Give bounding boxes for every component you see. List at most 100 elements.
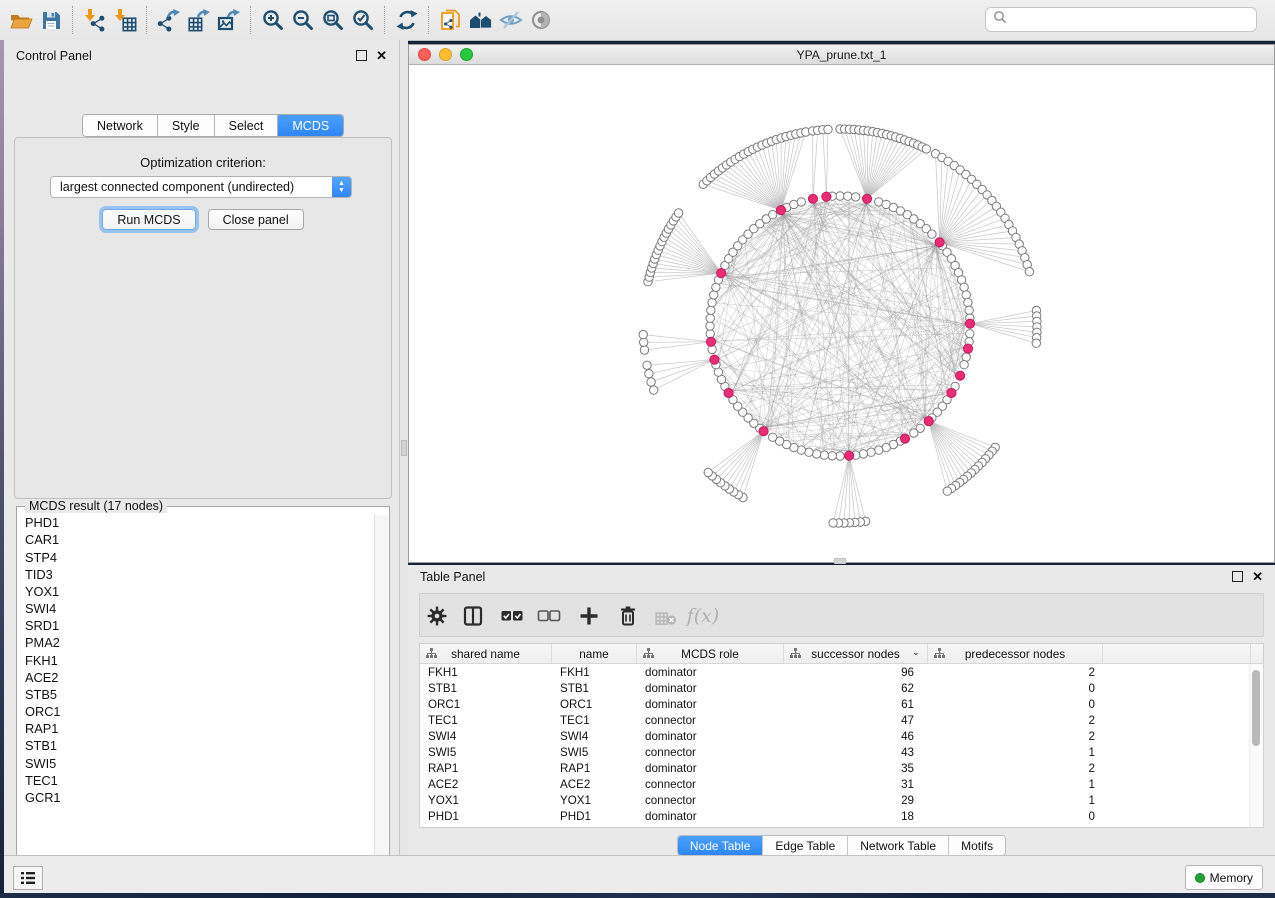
task-history-button[interactable] xyxy=(13,866,43,890)
table-row[interactable]: SWI4SWI4dominator462 xyxy=(420,728,1263,744)
table-tabs: Node TableEdge TableNetwork TableMotifs xyxy=(677,835,1006,856)
select-all-icon[interactable] xyxy=(500,604,524,628)
table-scrollbar-thumb[interactable] xyxy=(1252,670,1260,746)
tab-mcds[interactable]: MCDS xyxy=(278,115,343,136)
export-network-icon[interactable] xyxy=(154,5,184,35)
network-window-titlebar[interactable]: YPA_prune.txt_1 xyxy=(409,45,1274,65)
table-row[interactable]: YOX1YOX1connector291 xyxy=(420,792,1263,808)
toolbar-separator xyxy=(384,6,386,34)
zoom-in-icon[interactable] xyxy=(258,5,288,35)
list-item[interactable]: SWI4 xyxy=(18,601,370,618)
zoom-fit-icon[interactable] xyxy=(318,5,348,35)
control-panel-tabs: NetworkStyleSelectMCDS xyxy=(82,114,344,137)
table-row[interactable]: PHD1PHD1dominator180 xyxy=(420,808,1263,824)
mcds-result-list[interactable]: PHD1CAR1STP4TID3YOX1SWI4SRD1PMA2FKH1ACE2… xyxy=(18,515,370,873)
window-maximize-icon[interactable] xyxy=(460,48,473,61)
toolbar-separator xyxy=(250,6,252,34)
column-header-predecessor-nodes[interactable]: predecessor nodes xyxy=(928,644,1103,663)
float-table-panel-icon[interactable] xyxy=(1232,571,1243,582)
list-item[interactable]: PMA2 xyxy=(18,635,370,652)
network-canvas[interactable] xyxy=(409,65,1274,562)
tab-node-table[interactable]: Node Table xyxy=(678,836,764,855)
list-item[interactable]: FKH1 xyxy=(18,652,370,669)
list-item[interactable]: SWI5 xyxy=(18,755,370,772)
memory-label: Memory xyxy=(1210,871,1253,885)
table-row[interactable]: RAP1RAP1dominator352 xyxy=(420,760,1263,776)
import-network-icon[interactable] xyxy=(80,5,110,35)
export-image-icon[interactable] xyxy=(214,5,244,35)
vertical-splitter[interactable] xyxy=(400,40,408,855)
search-field[interactable] xyxy=(985,7,1257,32)
network-overview-icon[interactable] xyxy=(466,5,496,35)
table-row[interactable]: ACE2ACE2connector311 xyxy=(420,776,1263,792)
tab-edge-table[interactable]: Edge Table xyxy=(763,836,848,855)
toolbar-separator xyxy=(428,6,430,34)
close-panel-button[interactable]: Close panel xyxy=(208,209,304,230)
show-graphics-icon[interactable] xyxy=(526,5,556,35)
column-panel-icon[interactable] xyxy=(461,604,485,628)
list-item[interactable]: TID3 xyxy=(18,567,370,584)
list-item[interactable]: GCR1 xyxy=(18,790,370,807)
table-row[interactable]: TEC1TEC1connector472 xyxy=(420,712,1263,728)
export-table-icon[interactable] xyxy=(184,5,214,35)
zoom-selected-icon[interactable] xyxy=(348,5,378,35)
list-item[interactable]: STP4 xyxy=(18,549,370,566)
table-row[interactable]: SWI5SWI5connector431 xyxy=(420,744,1263,760)
table-settings-icon[interactable] xyxy=(425,604,449,628)
tab-style[interactable]: Style xyxy=(158,115,215,136)
control-panel: Control Panel ✕ NetworkStyleSelectMCDS O… xyxy=(4,40,400,855)
float-panel-icon[interactable] xyxy=(356,50,367,61)
memory-button[interactable]: Memory xyxy=(1185,865,1263,890)
add-column-icon[interactable] xyxy=(577,604,601,628)
tab-network[interactable]: Network xyxy=(83,115,158,136)
horizontal-splitter-grip[interactable] xyxy=(834,558,846,564)
table-row[interactable]: ORC1ORC1dominator610 xyxy=(420,696,1263,712)
status-bar: Memory xyxy=(4,855,1275,893)
list-item[interactable]: YOX1 xyxy=(18,584,370,601)
run-mcds-button[interactable]: Run MCDS xyxy=(102,209,195,230)
apply-layout-icon[interactable] xyxy=(392,5,422,35)
column-header-name[interactable]: name xyxy=(552,644,637,663)
dropdown-value: largest connected component (undirected) xyxy=(51,180,332,194)
list-item[interactable]: STB1 xyxy=(18,738,370,755)
optimization-criterion-dropdown[interactable]: largest connected component (undirected)… xyxy=(50,176,352,198)
table-row[interactable]: FKH1FKH1dominator962 xyxy=(420,664,1263,680)
window-close-icon[interactable] xyxy=(418,48,431,61)
zoom-out-icon[interactable] xyxy=(288,5,318,35)
close-panel-icon[interactable]: ✕ xyxy=(376,51,387,60)
column-header-MCDS-role[interactable]: MCDS role xyxy=(637,644,784,663)
tab-select[interactable]: Select xyxy=(215,115,279,136)
list-item[interactable]: ACE2 xyxy=(18,670,370,687)
hide-graphics-icon[interactable] xyxy=(496,5,526,35)
window-minimize-icon[interactable] xyxy=(439,48,452,61)
list-item[interactable]: ORC1 xyxy=(18,704,370,721)
import-table-icon[interactable] xyxy=(110,5,140,35)
tab-motifs[interactable]: Motifs xyxy=(949,836,1005,855)
save-session-icon[interactable] xyxy=(36,5,66,35)
task-list-icon xyxy=(20,871,36,885)
column-header-successor-nodes[interactable]: successor nodes ⌄ xyxy=(784,644,928,663)
list-item[interactable]: CAR1 xyxy=(18,532,370,549)
search-input[interactable] xyxy=(1012,12,1256,28)
function-builder-icon: f(x) xyxy=(691,604,715,628)
control-panel-title: Control Panel xyxy=(16,49,92,63)
splitter-grip[interactable] xyxy=(401,440,407,456)
close-table-panel-icon[interactable]: ✕ xyxy=(1252,572,1263,581)
list-item[interactable]: STB5 xyxy=(18,687,370,704)
mcds-list-scrollbar[interactable] xyxy=(374,515,388,873)
list-item[interactable]: SRD1 xyxy=(18,618,370,635)
search-icon xyxy=(993,10,1007,29)
list-item[interactable]: PHD1 xyxy=(18,515,370,532)
table-row[interactable]: STB1STB1dominator620 xyxy=(420,680,1263,696)
table-scrollbar[interactable] xyxy=(1249,664,1262,827)
share-document-icon[interactable] xyxy=(436,5,466,35)
deselect-all-icon[interactable] xyxy=(537,604,561,628)
delete-table-icon xyxy=(654,604,678,628)
list-item[interactable]: TEC1 xyxy=(18,773,370,790)
list-item[interactable]: RAP1 xyxy=(18,721,370,738)
tab-network-table[interactable]: Network Table xyxy=(848,836,949,855)
open-session-icon[interactable] xyxy=(6,5,36,35)
column-header-filler[interactable] xyxy=(1103,644,1251,663)
delete-column-icon[interactable] xyxy=(616,604,640,628)
column-header-shared-name[interactable]: shared name xyxy=(420,644,552,663)
